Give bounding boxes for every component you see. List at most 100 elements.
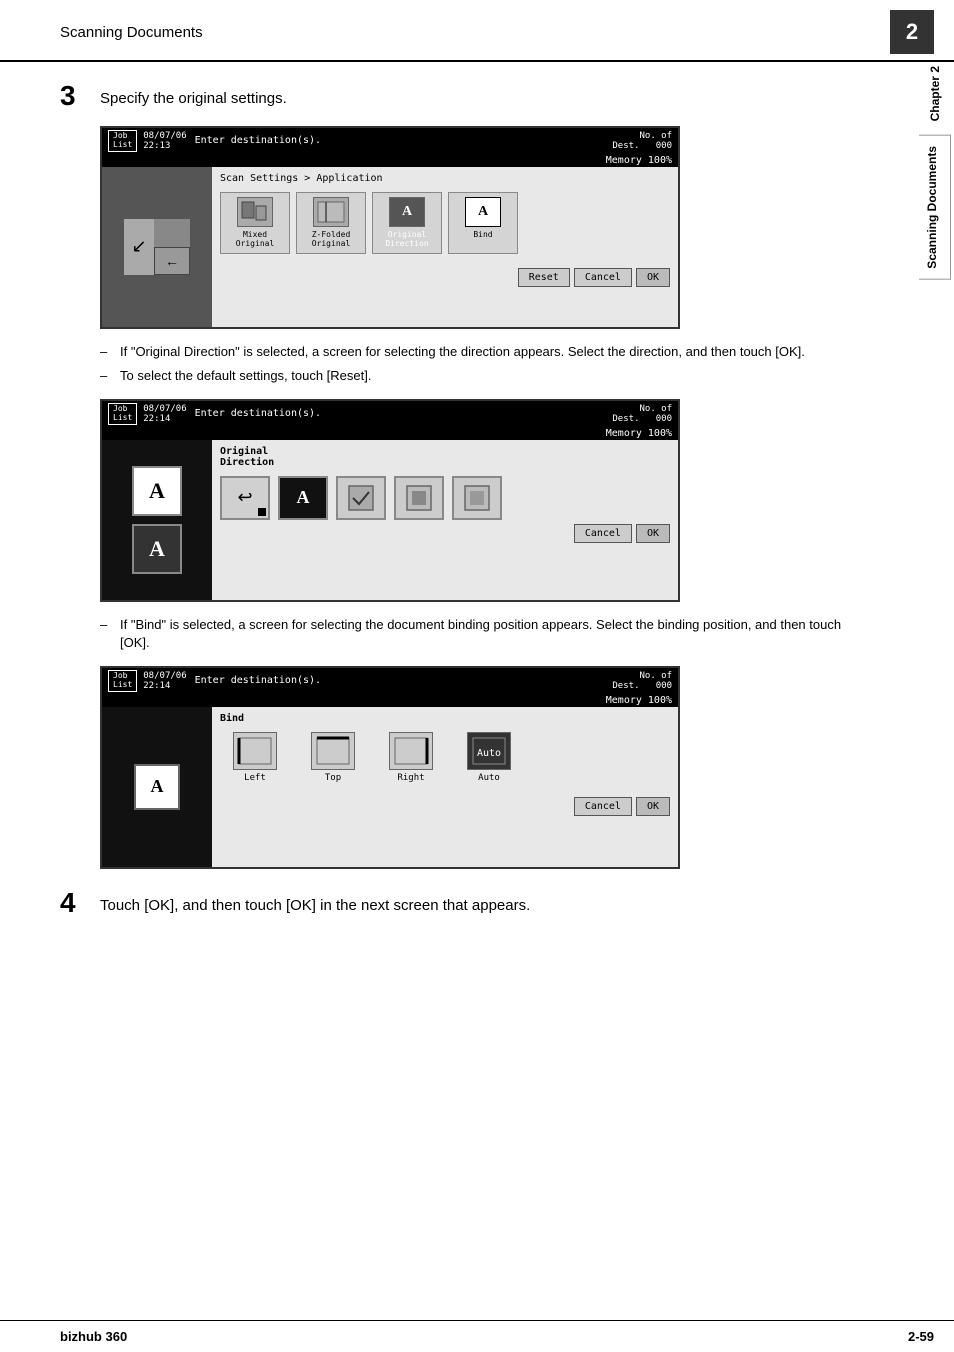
screen2-topbar: JobList 08/07/0622:14 Enter destination(… [102,401,678,427]
bind-icon: A [465,197,501,227]
bind-btn-left[interactable]: Left [220,732,290,783]
back-arrow-icon: ← [154,247,190,275]
screen1-cancel-btn[interactable]: Cancel [574,268,632,287]
dir-icon-5[interactable] [452,476,502,520]
screen2-rightpanel: OriginalDirection ↩ A [212,440,678,600]
z-folded-icon [313,197,349,227]
screen3-topbar: JobList 08/07/0622:14 Enter destination(… [102,668,678,694]
screen1-btn-direction[interactable]: A OriginalDirection [372,192,442,254]
original-direction-icon: A [389,197,425,227]
bind-icon-auto: Auto [467,732,511,770]
screen1-btn-mixed-label: MixedOriginal [236,230,275,249]
step-4-number: 4 [60,889,100,917]
screen2-statusbar: Memory 100% [102,427,678,440]
screen2-mockup: JobList 08/07/0622:14 Enter destination(… [100,399,680,602]
screen2-section-title: OriginalDirection [220,446,670,468]
screen3-body: A Bind Left [102,707,678,867]
screen3-topright: No. ofDest. 000 [612,671,672,691]
bullet2-item1: If "Bind" is selected, a screen for sele… [100,616,874,652]
bind-btn-auto[interactable]: Auto Auto [454,732,524,783]
bind-icon-right [389,732,433,770]
bind-icon-top [311,732,355,770]
screen1-bottom-buttons: Reset Cancel OK [220,264,670,291]
screen3-ok-btn[interactable]: OK [636,797,670,816]
screen2-icon-a-dark: A [132,524,182,574]
bullets1: If "Original Direction" is selected, a s… [100,343,874,385]
page-footer: bizhub 360 2-59 [0,1320,954,1352]
screen1-btn-direction-label: OriginalDirection [385,230,428,249]
step-3: 3 Specify the original settings. [60,82,874,110]
dir-icon-4[interactable] [394,476,444,520]
screen2-leftpanel: A A [102,440,212,600]
screen3-enterdest: Enter destination(s). [187,675,613,686]
screen3-topleft: JobList 08/07/0622:14 [108,670,187,692]
bind-label-right: Right [397,773,424,783]
screen1-topleft: JobList 08/07/0622:13 [108,130,187,152]
screen2-icon-a-white: A [132,466,182,516]
right-sidebar: Chapter 2 Scanning Documents [916,60,954,282]
bind-label-top: Top [325,773,341,783]
sidebar-chapter-label: Chapter 2 [924,60,946,127]
screen1-mockup: JobList 08/07/0622:13 Enter destination(… [100,126,680,329]
screen2-datetime: 08/07/0622:14 [143,404,186,424]
dir-icon-a-selected[interactable]: A [278,476,328,520]
main-content: 3 Specify the original settings. JobList… [0,82,954,973]
screen1-btn-bind-label: Bind [473,230,492,239]
screen3-cancel-btn[interactable]: Cancel [574,797,632,816]
bind-label-auto: Auto [478,773,500,783]
screen1-btn-bind[interactable]: A Bind [448,192,518,254]
step-3-number: 3 [60,82,100,110]
screen3-bottom-buttons: Cancel OK [220,793,670,820]
bind-icon-left [233,732,277,770]
page-header: Scanning Documents 2 [0,0,954,62]
step-4-text: Touch [OK], and then touch [OK] in the n… [100,889,530,916]
screen3-section-title: Bind [220,713,670,724]
screen1-leftpanel: ↙ ← [102,167,212,327]
screen2-ok-btn[interactable]: OK [636,524,670,543]
screen1-joblist: JobList [108,130,137,152]
step-4: 4 Touch [OK], and then touch [OK] in the… [60,889,874,917]
screen1-topbar: JobList 08/07/0622:13 Enter destination(… [102,128,678,154]
screen3-rightpanel: Bind Left Top [212,707,678,867]
screen2-joblist: JobList [108,403,137,425]
screen1-rightpanel: Scan Settings > Application MixedOrigina… [212,167,678,327]
footer-page: 2-59 [908,1329,934,1344]
screen2-body: A A OriginalDirection ↩ A [102,440,678,600]
screen2-bottom-buttons: Cancel OK [220,520,670,547]
bullets2: If "Bind" is selected, a screen for sele… [100,616,874,652]
screen1-enterdest: Enter destination(s). [187,135,613,146]
screen3-datetime: 08/07/0622:14 [143,671,186,691]
footer-model: bizhub 360 [60,1329,127,1344]
screen2-topright: No. ofDest. 000 [612,404,672,424]
screen1-btn-zfolded[interactable]: Z-FoldedOriginal [296,192,366,254]
screen2-topleft: JobList 08/07/0622:14 [108,403,187,425]
screen1-btn-mixed[interactable]: MixedOriginal [220,192,290,254]
screen2-cancel-btn[interactable]: Cancel [574,524,632,543]
screen1-body: ↙ ← Scan Settings > Application MixedOri… [102,167,678,327]
screen1-datetime: 08/07/0622:13 [143,131,186,151]
chapter-badge: 2 [890,10,934,54]
screen3-joblist: JobList [108,670,137,692]
screen3-icon-a: A [134,764,180,810]
screen1-scan-preview: ↙ ← [122,217,192,277]
bind-btn-top[interactable]: Top [298,732,368,783]
step-3-text: Specify the original settings. [100,82,287,109]
svg-text:Auto: Auto [477,748,501,759]
screen1-btn-zfolded-label: Z-FoldedOriginal [312,230,351,249]
screen1-reset-btn[interactable]: Reset [518,268,570,287]
screen1-topright: No. ofDest. 000 [612,131,672,151]
screen1-icons-row: MixedOriginal Z-FoldedOriginal A Origina… [220,192,670,254]
screen1-breadcrumb: Scan Settings > Application [220,173,670,184]
dir-icon-rotate[interactable]: ↩ [220,476,270,520]
mixed-original-icon [237,197,273,227]
screen3-leftpanel: A [102,707,212,867]
screen1-ok-btn[interactable]: OK [636,268,670,287]
screen3-bind-row: Left Top Right [220,732,670,783]
screen2-direction-icons: ↩ A [220,476,670,520]
bind-btn-right[interactable]: Right [376,732,446,783]
dir-icon-check[interactable] [336,476,386,520]
page-title: Scanning Documents [60,24,203,41]
sidebar-section-label: Scanning Documents [919,135,951,280]
bullet1-item2: To select the default settings, touch [R… [100,367,874,385]
screen2-enterdest: Enter destination(s). [187,408,613,419]
